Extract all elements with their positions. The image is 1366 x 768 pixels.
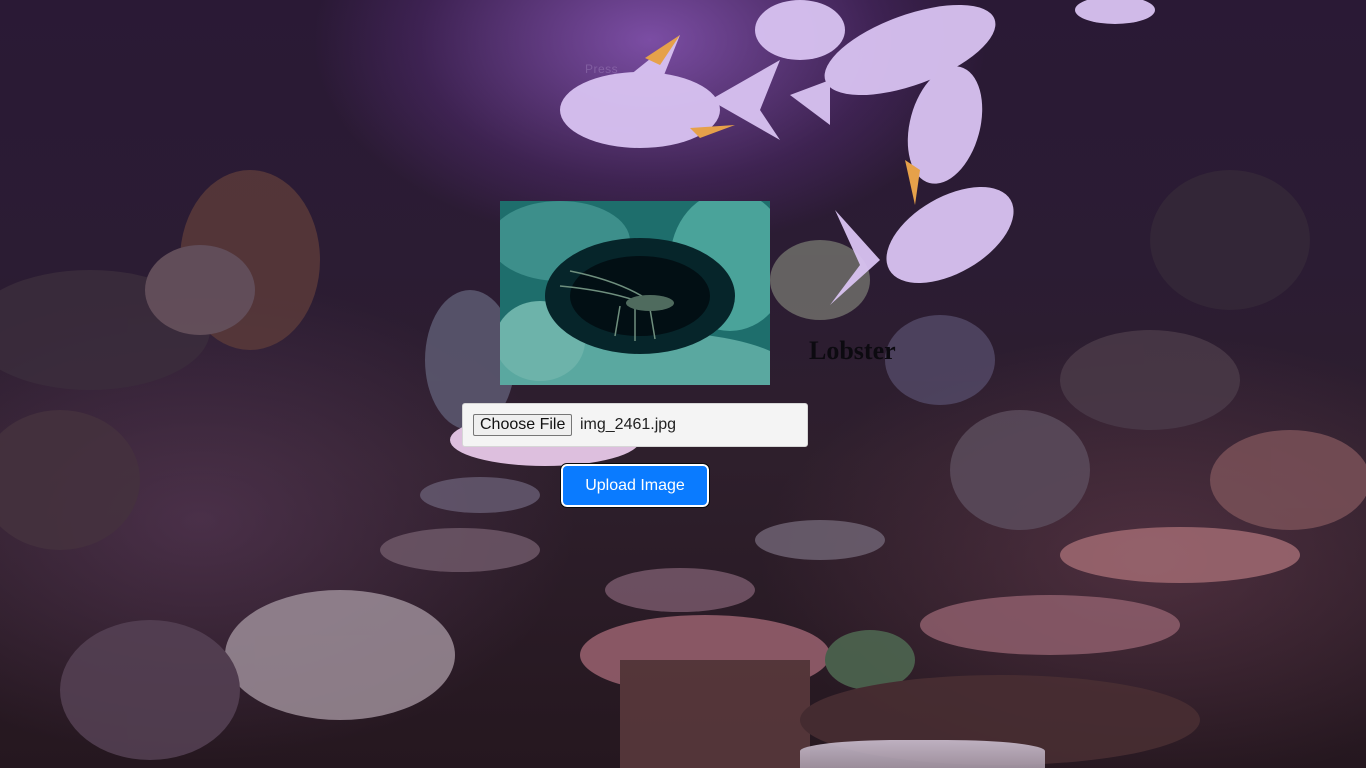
aquarium-background: Press Lobster Choose File img_2461.jpg U… <box>0 0 1366 768</box>
upload-image-button[interactable]: Upload Image <box>560 463 710 508</box>
prediction-label: Lobster <box>809 336 896 365</box>
sand-patch <box>800 740 1045 768</box>
uploaded-image-preview <box>500 201 770 385</box>
file-input[interactable]: Choose File img_2461.jpg <box>462 403 808 447</box>
selected-file-name: img_2461.jpg <box>580 416 677 433</box>
choose-file-button[interactable]: Choose File <box>473 414 573 436</box>
lobster-photo <box>500 201 770 385</box>
